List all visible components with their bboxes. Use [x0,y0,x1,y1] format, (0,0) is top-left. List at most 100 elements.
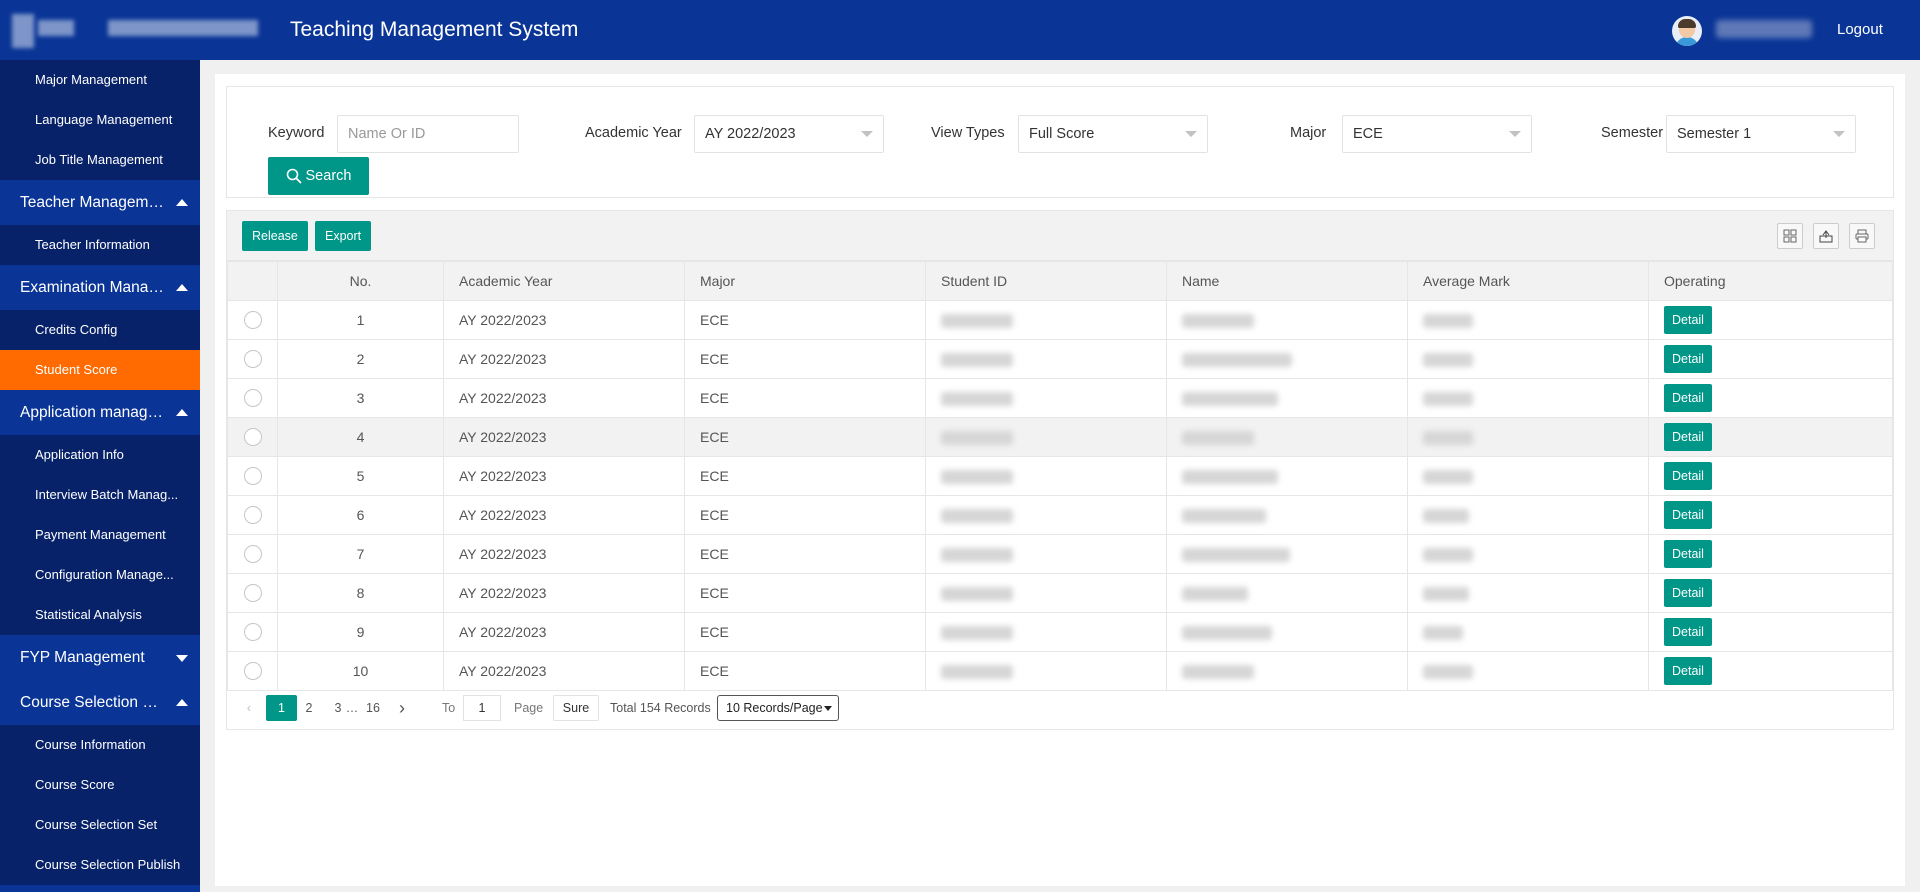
columns-icon[interactable] [1777,223,1803,249]
detail-button[interactable]: Detail [1664,579,1712,607]
row-radio[interactable] [243,662,262,681]
cell-student-id [925,495,1167,535]
redacted-mark [1423,353,1473,368]
sidebar-item-7[interactable]: Student Score [0,350,200,390]
semester-select[interactable]: Semester 1 [1666,115,1856,153]
detail-button[interactable]: Detail [1664,306,1712,334]
cell-academic-year: AY 2022/2023 [443,651,685,691]
sidebar-item-0[interactable]: Major Management [0,60,200,100]
chevron-up-icon [176,409,188,416]
redacted-name [1182,431,1254,446]
cell-average-mark [1407,378,1649,418]
release-button[interactable]: Release [242,221,308,251]
row-radio[interactable] [243,623,262,642]
row-select-cell [227,339,278,379]
page-16[interactable]: 16 [362,695,384,721]
sidebar-group-label: Examination Manage... [20,279,179,296]
table-row: 3 AY 2022/2023 ECE Detail [227,378,1893,418]
cell-average-mark [1407,495,1649,535]
logout-link[interactable]: Logout [1837,21,1883,38]
export-icon[interactable] [1813,223,1839,249]
sidebar-item-1[interactable]: Language Management [0,100,200,140]
cell-name [1166,417,1408,457]
cell-no: 2 [277,339,444,379]
row-radio[interactable] [243,389,262,408]
sidebar-item-4[interactable]: Teacher Information [0,225,200,265]
user-avatar[interactable] [1672,16,1702,46]
sidebar-item-18[interactable]: Course Selection Set [0,805,200,845]
detail-button[interactable]: Detail [1664,618,1712,646]
detail-button[interactable]: Detail [1664,540,1712,568]
row-radio[interactable] [243,506,262,525]
detail-button[interactable]: Detail [1664,462,1712,490]
sidebar-item-9[interactable]: Application Info [0,435,200,475]
sidebar-item-6[interactable]: Credits Config [0,310,200,350]
sidebar-item-13[interactable]: Statistical Analysis [0,595,200,635]
chevron-down-icon [176,655,188,662]
row-radio[interactable] [243,467,262,486]
sidebar-group-8[interactable]: Application managem... [0,390,200,435]
cell-major: ECE [684,339,926,379]
detail-button[interactable]: Detail [1664,657,1712,685]
sidebar-item-12[interactable]: Configuration Manage... [0,555,200,595]
cell-student-id [925,651,1167,691]
table-row: 6 AY 2022/2023 ECE Detail [227,495,1893,535]
page-2[interactable]: 2 [301,695,317,721]
page-size-select[interactable]: 10 Records/Page [717,695,839,721]
cell-average-mark [1407,573,1649,613]
view-types-value: Full Score [1029,126,1095,142]
sidebar-item-17[interactable]: Course Score [0,765,200,805]
keyword-input[interactable] [337,115,519,153]
sidebar-group-5[interactable]: Examination Manage... [0,265,200,310]
row-radio[interactable] [243,311,262,330]
redacted-student-id [941,548,1013,563]
sidebar-item-2[interactable]: Job Title Management [0,140,200,180]
sidebar-group-3[interactable]: Teacher Management [0,180,200,225]
cell-academic-year: AY 2022/2023 [443,456,685,496]
academic-year-select[interactable]: AY 2022/2023 [694,115,884,153]
table-row: 5 AY 2022/2023 ECE Detail [227,456,1893,496]
sidebar-item-19[interactable]: Course Selection Publish [0,845,200,885]
row-radio[interactable] [243,428,262,447]
table-header-row: No. Academic Year Major Student ID Name … [227,261,1893,301]
chevron-down-icon [1833,131,1845,137]
sidebar-group-15[interactable]: Course Selection Man... [0,680,200,725]
page-1[interactable]: 1 [266,695,297,721]
cell-student-id [925,339,1167,379]
view-types-select[interactable]: Full Score [1018,115,1208,153]
search-button[interactable]: Search [268,157,369,195]
print-icon[interactable] [1849,223,1875,249]
sidebar-item-10[interactable]: Interview Batch Manag... [0,475,200,515]
cell-operating: Detail [1648,534,1893,574]
sidebar-nav: Major Management Language Management Job T… [0,60,200,892]
prev-page-icon[interactable]: ‹ [241,695,257,721]
cell-average-mark [1407,651,1649,691]
header-operating: Operating [1648,261,1893,301]
keyword-label: Keyword [268,125,325,141]
row-select-cell [227,612,278,652]
row-radio[interactable] [243,545,262,564]
detail-button[interactable]: Detail [1664,345,1712,373]
cell-average-mark [1407,534,1649,574]
cell-name [1166,612,1408,652]
cell-name [1166,378,1408,418]
sidebar-item-16[interactable]: Course Information [0,725,200,765]
redacted-name [1182,665,1254,680]
major-select[interactable]: ECE [1342,115,1532,153]
next-page-icon[interactable]: › [393,695,411,721]
cell-no: 3 [277,378,444,418]
redacted-student-id [941,587,1013,602]
sure-button[interactable]: Sure [553,695,599,721]
sidebar-group-14[interactable]: FYP Management [0,635,200,680]
header-select [227,261,278,301]
header-major: Major [684,261,926,301]
detail-button[interactable]: Detail [1664,501,1712,529]
row-radio[interactable] [243,350,262,369]
goto-page-input[interactable] [463,695,501,721]
cell-major: ECE [684,495,926,535]
sidebar-item-11[interactable]: Payment Management [0,515,200,555]
detail-button[interactable]: Detail [1664,384,1712,412]
detail-button[interactable]: Detail [1664,423,1712,451]
row-radio[interactable] [243,584,262,603]
export-button[interactable]: Export [315,221,372,251]
